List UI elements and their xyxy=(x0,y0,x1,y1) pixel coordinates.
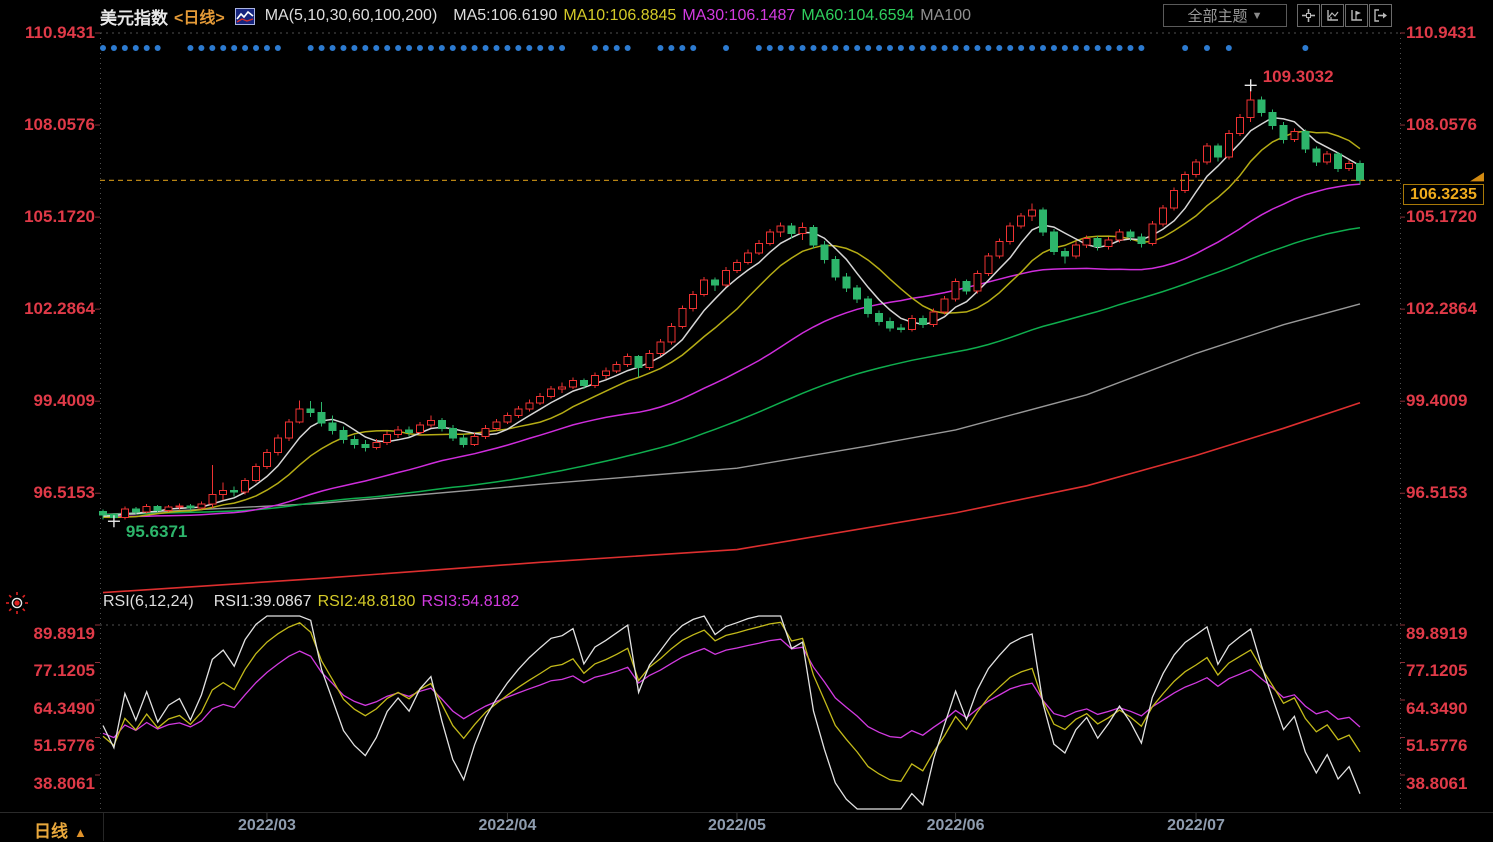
axis-scale-left-button[interactable] xyxy=(1321,4,1344,27)
chevron-down-icon: ▼ xyxy=(1252,10,1263,22)
ma-value: MA10:106.8845 xyxy=(563,7,676,24)
rsi-value: RSI2:48.8180 xyxy=(318,593,416,610)
axis-scale-left-icon xyxy=(1325,8,1340,23)
jump-latest-button[interactable] xyxy=(1369,4,1392,27)
rsi-value: RSI3:54.8182 xyxy=(421,593,519,610)
rsi-header: RSI(6,12,24) RSI1:39.0867RSI2:48.8180RSI… xyxy=(103,593,519,611)
rsi-lines-layer xyxy=(103,616,1360,809)
ma-settings-label: MA(5,10,30,60,100,200) xyxy=(265,7,438,25)
timeframe-selector[interactable]: 日线 ▲ xyxy=(34,817,87,842)
rsi-value: RSI1:39.0867 xyxy=(214,593,312,610)
crosshair-icon-button[interactable] xyxy=(1297,4,1320,27)
triangle-up-icon: ▲ xyxy=(74,825,87,840)
header-bar: 美元指数 <日线> MA(5,10,30,60,100,200) MA5:106… xyxy=(100,4,971,28)
axis-scale-right-button[interactable] xyxy=(1345,4,1368,27)
low-annotation: 95.6371 xyxy=(126,522,187,542)
timeframe-label: 日线 xyxy=(34,822,68,841)
ma-value: MA30:106.1487 xyxy=(682,7,795,24)
symbol-title: 美元指数 xyxy=(100,4,168,29)
rsi-settings-label: RSI(6,12,24) xyxy=(103,593,194,611)
current-price-label: 106.3235 xyxy=(1403,184,1484,205)
jump-latest-icon xyxy=(1373,8,1388,23)
axis-scale-right-icon xyxy=(1349,8,1364,23)
high-annotation: 109.3032 xyxy=(1263,67,1334,87)
ma-value: MA5:106.6190 xyxy=(453,7,557,24)
theme-dropdown[interactable]: 全部主题 ▼ xyxy=(1163,4,1287,27)
alert-icon xyxy=(5,591,29,615)
ma-value: MA100 xyxy=(920,7,971,24)
price-line-handle xyxy=(1470,172,1484,181)
theme-dropdown-label: 全部主题 xyxy=(1188,5,1248,26)
candles-layer xyxy=(100,85,1364,521)
crosshair-icon xyxy=(1301,8,1316,23)
period-tag: <日线> xyxy=(174,4,225,28)
rsi-values: RSI1:39.0867 RSI2:48.8180 RSI3:54.8182 xyxy=(208,593,520,611)
chart-type-icon xyxy=(235,8,255,25)
signal-dots-layer xyxy=(100,45,1308,51)
ma-lines-layer xyxy=(103,118,1360,593)
ma-values: MA5:106.6190 MA10:106.8845 MA30:106.1487 MA… xyxy=(447,7,971,25)
ma-value: MA60:104.6594 xyxy=(801,7,914,24)
